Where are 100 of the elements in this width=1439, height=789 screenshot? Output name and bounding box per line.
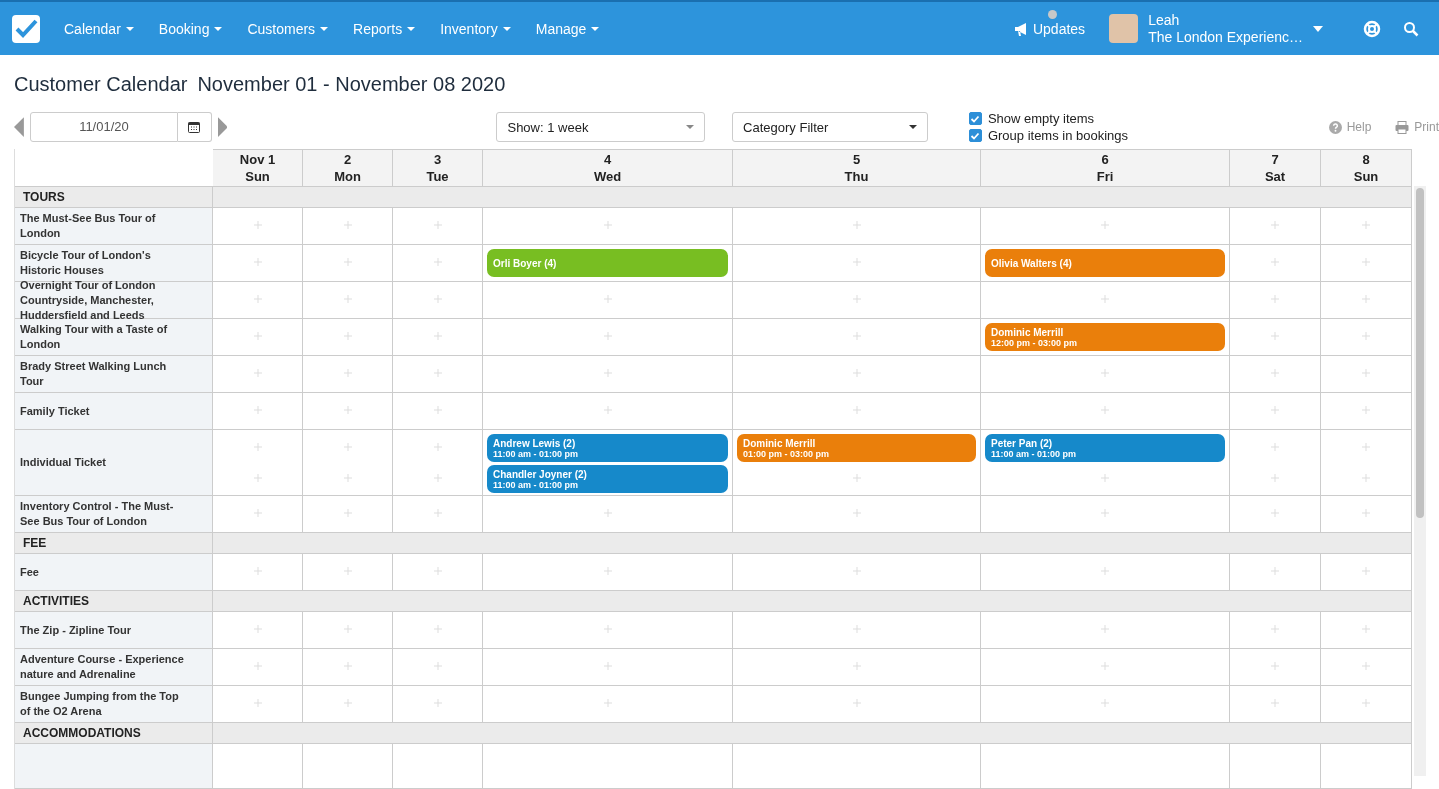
add-icon[interactable] — [1362, 295, 1370, 303]
add-icon[interactable] — [433, 443, 442, 451]
add-icon[interactable] — [1362, 474, 1370, 482]
search-icon[interactable] — [1403, 20, 1419, 37]
add-icon[interactable] — [1271, 258, 1279, 266]
add-icon[interactable] — [852, 221, 861, 229]
add-icon[interactable] — [852, 369, 861, 377]
calendar-button[interactable] — [178, 112, 212, 142]
add-icon[interactable] — [253, 662, 262, 670]
add-icon[interactable] — [1362, 625, 1370, 633]
add-icon[interactable] — [433, 406, 442, 414]
add-icon[interactable] — [603, 369, 612, 377]
add-icon[interactable] — [1271, 625, 1279, 633]
booking-event[interactable]: Chandler Joyner (2) 11:00 am - 01:00 pm — [487, 465, 728, 493]
add-icon[interactable] — [603, 332, 612, 340]
add-icon[interactable] — [1271, 221, 1279, 229]
add-icon[interactable] — [852, 258, 861, 266]
add-icon[interactable] — [852, 625, 861, 633]
help-link[interactable]: Help — [1328, 120, 1372, 134]
add-icon[interactable] — [1271, 567, 1279, 575]
nav-menu-item[interactable]: Manage — [535, 20, 600, 37]
add-icon[interactable] — [1362, 699, 1370, 707]
add-icon[interactable] — [852, 662, 861, 670]
add-icon[interactable] — [433, 221, 442, 229]
add-icon[interactable] — [603, 699, 612, 707]
add-icon[interactable] — [1271, 662, 1279, 670]
booking-event[interactable]: Peter Pan (2) 11:00 am - 01:00 pm — [985, 434, 1225, 462]
nav-menu-item[interactable]: Customers — [247, 20, 329, 37]
add-icon[interactable] — [1362, 221, 1370, 229]
add-icon[interactable] — [343, 509, 352, 517]
nav-menu-item[interactable]: Reports — [353, 20, 416, 37]
add-icon[interactable] — [343, 332, 352, 340]
add-icon[interactable] — [852, 567, 861, 575]
add-icon[interactable] — [253, 221, 262, 229]
add-icon[interactable] — [1271, 332, 1279, 340]
add-icon[interactable] — [1101, 474, 1109, 482]
add-icon[interactable] — [1362, 406, 1370, 414]
vertical-scrollbar[interactable] — [1414, 186, 1426, 776]
checkbox[interactable] — [968, 129, 982, 142]
add-icon[interactable] — [1101, 369, 1109, 377]
add-icon[interactable] — [433, 567, 442, 575]
add-icon[interactable] — [1362, 332, 1370, 340]
add-icon[interactable] — [253, 332, 262, 340]
checkbox[interactable] — [968, 112, 982, 125]
add-icon[interactable] — [343, 406, 352, 414]
add-icon[interactable] — [433, 509, 442, 517]
add-icon[interactable] — [1101, 295, 1109, 303]
add-icon[interactable] — [433, 332, 442, 340]
add-icon[interactable] — [343, 699, 352, 707]
add-icon[interactable] — [603, 406, 612, 414]
add-icon[interactable] — [603, 567, 612, 575]
add-icon[interactable] — [603, 221, 612, 229]
add-icon[interactable] — [1271, 369, 1279, 377]
add-icon[interactable] — [1362, 443, 1370, 451]
add-icon[interactable] — [1101, 567, 1109, 575]
add-icon[interactable] — [343, 625, 352, 633]
date-field[interactable]: 11/01/20 — [29, 112, 178, 142]
booking-event[interactable]: Dominic Merrill 12:00 pm - 03:00 pm — [985, 323, 1225, 351]
add-icon[interactable] — [253, 406, 262, 414]
add-icon[interactable] — [1101, 625, 1109, 633]
nav-menu-item[interactable]: Inventory — [440, 20, 511, 37]
add-icon[interactable] — [343, 662, 352, 670]
category-filter-dropdown[interactable]: Category Filter — [732, 112, 928, 142]
show-period-dropdown[interactable]: Show: 1 week — [496, 112, 706, 142]
add-icon[interactable] — [1362, 258, 1370, 266]
add-icon[interactable] — [852, 406, 861, 414]
add-icon[interactable] — [253, 625, 262, 633]
add-icon[interactable] — [1362, 662, 1370, 670]
lifebuoy-icon[interactable] — [1363, 19, 1381, 38]
add-icon[interactable] — [1271, 699, 1279, 707]
add-icon[interactable] — [1362, 567, 1370, 575]
add-icon[interactable] — [1362, 369, 1370, 377]
add-icon[interactable] — [1271, 509, 1279, 517]
add-icon[interactable] — [343, 221, 352, 229]
add-icon[interactable] — [1362, 509, 1370, 517]
add-icon[interactable] — [852, 509, 861, 517]
add-icon[interactable] — [253, 509, 262, 517]
add-icon[interactable] — [1101, 221, 1109, 229]
add-icon[interactable] — [343, 258, 352, 266]
add-icon[interactable] — [343, 443, 352, 451]
add-icon[interactable] — [852, 332, 861, 340]
print-link[interactable]: Print — [1395, 120, 1439, 134]
nav-menu-item[interactable]: Booking — [158, 20, 223, 37]
add-icon[interactable] — [433, 474, 442, 482]
booking-event[interactable]: Dominic Merrill 01:00 pm - 03:00 pm — [737, 434, 976, 462]
add-icon[interactable] — [343, 474, 352, 482]
add-icon[interactable] — [1101, 406, 1109, 414]
add-icon[interactable] — [603, 509, 612, 517]
add-icon[interactable] — [603, 625, 612, 633]
booking-event[interactable]: Andrew Lewis (2) 11:00 am - 01:00 pm — [487, 434, 728, 462]
add-icon[interactable] — [852, 699, 861, 707]
add-icon[interactable] — [343, 369, 352, 377]
booking-event[interactable]: Olivia Walters (4) — [985, 249, 1225, 277]
next-arrow-icon[interactable] — [217, 117, 228, 137]
add-icon[interactable] — [433, 662, 442, 670]
add-icon[interactable] — [253, 474, 262, 482]
add-icon[interactable] — [1271, 474, 1279, 482]
add-icon[interactable] — [1271, 295, 1279, 303]
add-icon[interactable] — [603, 662, 612, 670]
add-icon[interactable] — [253, 258, 262, 266]
